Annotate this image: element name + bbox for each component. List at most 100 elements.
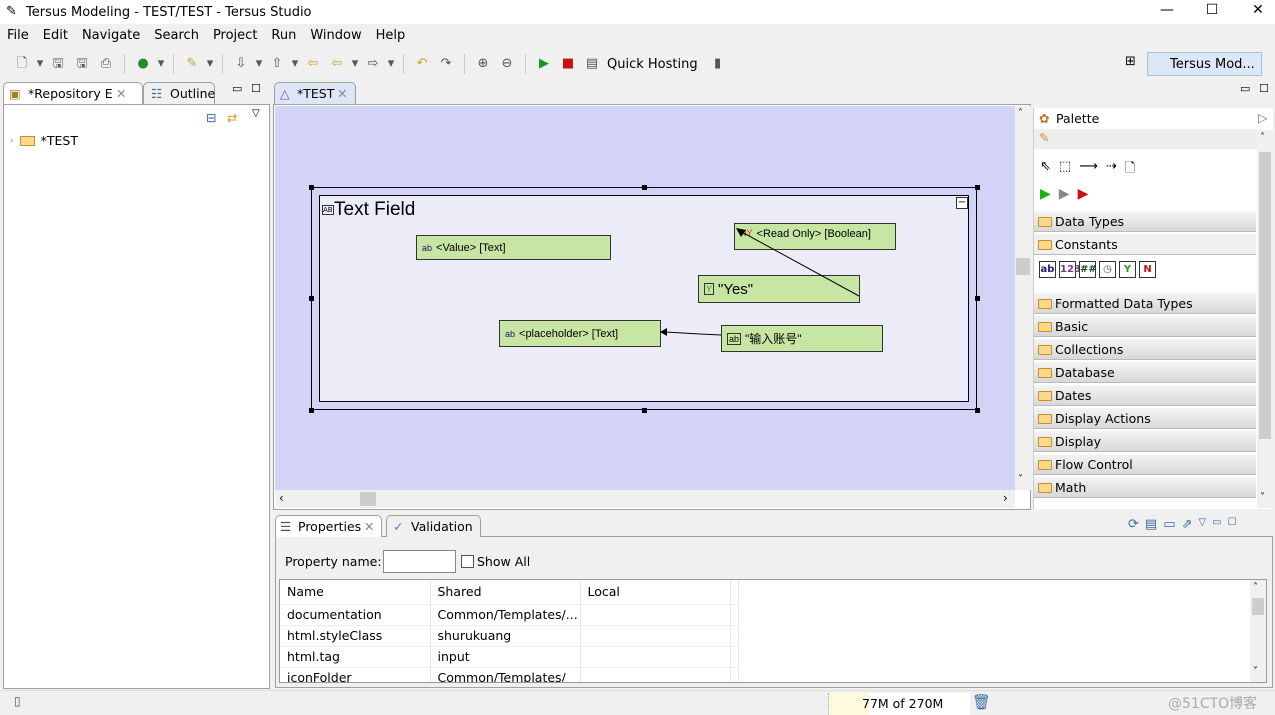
build-icon[interactable]: ✎	[182, 54, 202, 74]
properties-scrollbar[interactable]: ˄ ˅	[1250, 580, 1266, 682]
close-button[interactable]: ✕	[1235, 2, 1275, 22]
note-icon[interactable]: 🗋	[1125, 159, 1135, 181]
palette-drawer-basic[interactable]: Basic	[1034, 316, 1256, 337]
zoom-in-icon[interactable]: ⊕	[473, 54, 493, 74]
menu-navigate[interactable]: Navigate	[75, 26, 147, 46]
redo-icon[interactable]: ↷	[436, 54, 456, 74]
link-editor-icon[interactable]: ⇄	[227, 110, 237, 125]
prev-annotation-icon[interactable]: ⇧	[267, 54, 287, 74]
menu-edit[interactable]: Edit	[36, 26, 75, 46]
save-icon[interactable]: 🖫	[48, 54, 68, 74]
hosting-icon[interactable]: ▤	[582, 54, 602, 74]
print-icon[interactable]: ⎙	[96, 54, 116, 74]
resize-handle[interactable]	[642, 408, 647, 413]
palette-drawer-constants[interactable]: Constants	[1034, 234, 1256, 255]
refresh-icon[interactable]: ⟳	[1128, 517, 1139, 532]
menu-help[interactable]: Help	[369, 26, 413, 46]
resize-handle[interactable]	[309, 408, 314, 413]
resize-handle[interactable]	[975, 296, 980, 301]
last-edit-icon[interactable]: ⇦	[303, 54, 323, 74]
device-icon[interactable]: ▮	[708, 54, 728, 74]
maximize-view-icon[interactable]: ☐	[251, 82, 261, 95]
marquee-icon[interactable]: ⬚	[1059, 159, 1071, 181]
undo-icon[interactable]: ↶	[412, 54, 432, 74]
menu-file[interactable]: File	[0, 26, 36, 46]
pin-icon[interactable]: ✎	[1039, 130, 1049, 145]
constant-tool-icon[interactable]: ##	[1079, 261, 1097, 278]
tab-outline[interactable]: ☷ Outline	[143, 82, 215, 104]
hide-palette-icon[interactable]: ▷	[1258, 110, 1268, 125]
minimize-editor-icon[interactable]: ▭	[1240, 82, 1250, 95]
node-placeholder[interactable]: ab <placeholder> [Text]	[499, 320, 661, 347]
menu-project[interactable]: Project	[206, 26, 264, 46]
table-row[interactable]: iconFolder Common/Templates/	[280, 667, 739, 682]
minimize-view-icon[interactable]: ▭	[232, 82, 242, 95]
property-name-input[interactable]	[383, 550, 456, 573]
node-value[interactable]: ab <Value> [Text]	[416, 235, 611, 260]
garbage-collect-icon[interactable]: 🗑	[972, 693, 991, 711]
collapse-all-icon[interactable]: ⊟	[206, 110, 216, 125]
close-tab-icon[interactable]: ✕	[364, 516, 374, 538]
tab-repository-explorer[interactable]: ▣ *Repository E ✕	[3, 82, 143, 104]
menu-search[interactable]: Search	[147, 26, 206, 46]
resize-handle[interactable]	[975, 185, 980, 190]
edit-icon[interactable]: ⇗	[1182, 517, 1193, 532]
constant-tool-icon[interactable]: 123	[1059, 261, 1081, 278]
collapse-icon[interactable]: −	[956, 197, 968, 209]
resize-handle[interactable]	[309, 185, 314, 190]
palette-drawer-data-types[interactable]: Data Types	[1034, 211, 1256, 232]
maximize-editor-icon[interactable]: ☐	[1259, 82, 1269, 95]
constant-tool-icon[interactable]: Y	[1119, 261, 1136, 278]
forward-icon[interactable]: ⇨	[363, 54, 383, 74]
quick-hosting-button[interactable]: Quick Hosting	[607, 57, 698, 72]
editor-vertical-scrollbar[interactable]: ˄ ˅	[1015, 106, 1031, 490]
tab-validation[interactable]: ✓ Validation	[386, 515, 481, 537]
new-icon[interactable]: 🗋	[12, 54, 32, 74]
dashed-flow-icon[interactable]: ⇢	[1106, 159, 1117, 181]
perspective-tersus-modeling[interactable]: Tersus Mod...	[1147, 52, 1262, 76]
menu-run[interactable]: Run	[264, 26, 303, 46]
palette-drawer-display-actions[interactable]: Display Actions	[1034, 408, 1256, 429]
node-placeholder-constant[interactable]: ab "输入账号"	[721, 325, 883, 352]
palette-drawer-collections[interactable]: Collections	[1034, 339, 1256, 360]
constant-tool-icon[interactable]: N	[1139, 261, 1156, 278]
palette-drawer-dates[interactable]: Dates	[1034, 385, 1256, 406]
trigger-red-icon[interactable]: ▶	[1078, 186, 1089, 202]
resize-handle[interactable]	[309, 296, 314, 301]
save-all-icon[interactable]: 🖫	[72, 54, 92, 74]
trigger-gray-icon[interactable]: ▶	[1059, 186, 1070, 202]
constant-tool-icon[interactable]: ◷	[1099, 261, 1116, 278]
column-header-name[interactable]: Name	[280, 580, 431, 605]
table-row[interactable]: html.styleClass shurukuang	[280, 625, 739, 647]
view-menu-icon[interactable]: ▽	[252, 108, 260, 119]
maximize-view-icon[interactable]: ☐	[1228, 517, 1237, 532]
close-tab-icon[interactable]: ✕	[337, 83, 347, 105]
tab-properties[interactable]: ☰ Properties ✕	[275, 515, 382, 537]
table-icon[interactable]: ▤	[1145, 517, 1157, 532]
minimize-view-icon[interactable]: ▭	[1212, 517, 1221, 532]
constant-tool-icon[interactable]: ab	[1039, 261, 1056, 278]
minimize-button[interactable]: —	[1144, 2, 1190, 22]
resize-handle[interactable]	[642, 185, 647, 190]
stop-icon[interactable]: ■	[558, 54, 578, 74]
view-menu-icon[interactable]: ▽	[1198, 517, 1206, 532]
back-icon[interactable]: ⇦	[327, 54, 347, 74]
palette-scrollbar[interactable]: ˄ ˅	[1257, 130, 1273, 508]
palette-drawer-flow-control[interactable]: Flow Control	[1034, 454, 1256, 475]
run-icon[interactable]: ▶	[534, 54, 554, 74]
editor-horizontal-scrollbar[interactable]: ‹ ›	[275, 490, 1015, 508]
palette-drawer-display[interactable]: Display	[1034, 431, 1256, 452]
column-header-local[interactable]: Local	[580, 580, 731, 605]
resize-handle[interactable]	[975, 408, 980, 413]
node-read-only[interactable]: NY <Read Only> [Boolean]	[734, 223, 896, 250]
palette-drawer-database[interactable]: Database	[1034, 362, 1256, 383]
table-row[interactable]: documentation Common/Templates/...	[280, 604, 739, 626]
restore-icon[interactable]: ▭	[1163, 517, 1175, 532]
palette-drawer-math[interactable]: Math	[1034, 477, 1256, 498]
column-header-shared[interactable]: Shared	[430, 580, 581, 605]
select-icon[interactable]: ⇖	[1040, 159, 1051, 181]
trigger-green-icon[interactable]: ▶	[1040, 186, 1051, 202]
open-perspective-icon[interactable]: ⊞	[1125, 54, 1136, 69]
menu-window[interactable]: Window	[303, 26, 368, 46]
tree-item-test[interactable]: › *TEST	[10, 133, 78, 148]
